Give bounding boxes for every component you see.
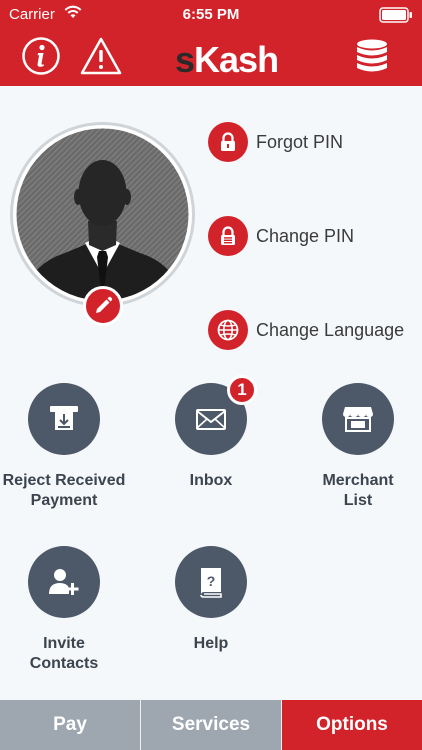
tab-pay[interactable]: Pay xyxy=(0,700,141,750)
inbox-badge: 1 xyxy=(227,375,257,405)
status-time: 6:55 PM xyxy=(182,6,240,23)
reject-label-line1: Reject Received xyxy=(2,472,126,489)
change-language-button[interactable]: Change Language xyxy=(208,310,404,350)
tab-services[interactable]: Services xyxy=(141,700,282,750)
change-pin-label: Change PIN xyxy=(256,225,355,246)
inbox-tile[interactable]: 1 Inbox xyxy=(141,375,281,491)
forgot-pin-label: Forgot PIN xyxy=(256,131,344,152)
forgot-pin-button[interactable]: Forgot PIN xyxy=(208,122,343,162)
coins-icon[interactable] xyxy=(354,38,390,76)
edit-avatar-button[interactable] xyxy=(83,286,123,326)
help-tile[interactable]: ? Help xyxy=(141,546,281,654)
inbox-label: Inbox xyxy=(189,472,233,489)
app-header: Carrier 6:55 PM sKash xyxy=(0,0,422,86)
warning-icon[interactable] xyxy=(80,36,122,76)
reject-received-payment-tile[interactable]: Reject Received Payment xyxy=(0,383,134,511)
merchant-list-tile[interactable]: Merchant List xyxy=(288,383,422,511)
atm-reject-icon xyxy=(28,383,100,455)
info-icon[interactable] xyxy=(21,36,61,76)
invite-label-line1: Invite xyxy=(43,635,85,652)
help-label: Help xyxy=(193,635,229,652)
logo-k: K xyxy=(194,39,220,80)
profile-avatar[interactable] xyxy=(10,122,195,307)
store-icon xyxy=(322,383,394,455)
invite-label-line2: Contacts xyxy=(29,655,99,672)
svg-text:?: ? xyxy=(207,573,216,589)
envelope-icon: 1 xyxy=(175,375,257,455)
battery-icon xyxy=(379,7,412,23)
skash-logo: sKash xyxy=(175,40,300,80)
user-silhouette-icon xyxy=(16,128,189,301)
status-bar: Carrier 6:55 PM xyxy=(0,0,422,30)
lock-change-icon xyxy=(208,216,248,256)
lock-icon xyxy=(208,122,248,162)
reject-label-line2: Payment xyxy=(30,492,98,509)
help-book-icon: ? xyxy=(175,546,247,618)
change-language-label: Change Language xyxy=(256,319,405,340)
add-user-icon xyxy=(28,546,100,618)
logo-s: s xyxy=(175,39,195,80)
pencil-icon xyxy=(96,296,113,313)
globe-icon xyxy=(208,310,248,350)
tab-options[interactable]: Options xyxy=(282,700,422,750)
merchant-label-line1: Merchant xyxy=(322,472,394,489)
invite-contacts-tile[interactable]: Invite Contacts xyxy=(0,546,134,674)
merchant-label-line2: List xyxy=(343,492,373,509)
logo-rest: ash xyxy=(219,39,279,80)
bottom-tab-bar: Pay Services Options xyxy=(0,700,422,750)
change-pin-button[interactable]: Change PIN xyxy=(208,216,354,256)
